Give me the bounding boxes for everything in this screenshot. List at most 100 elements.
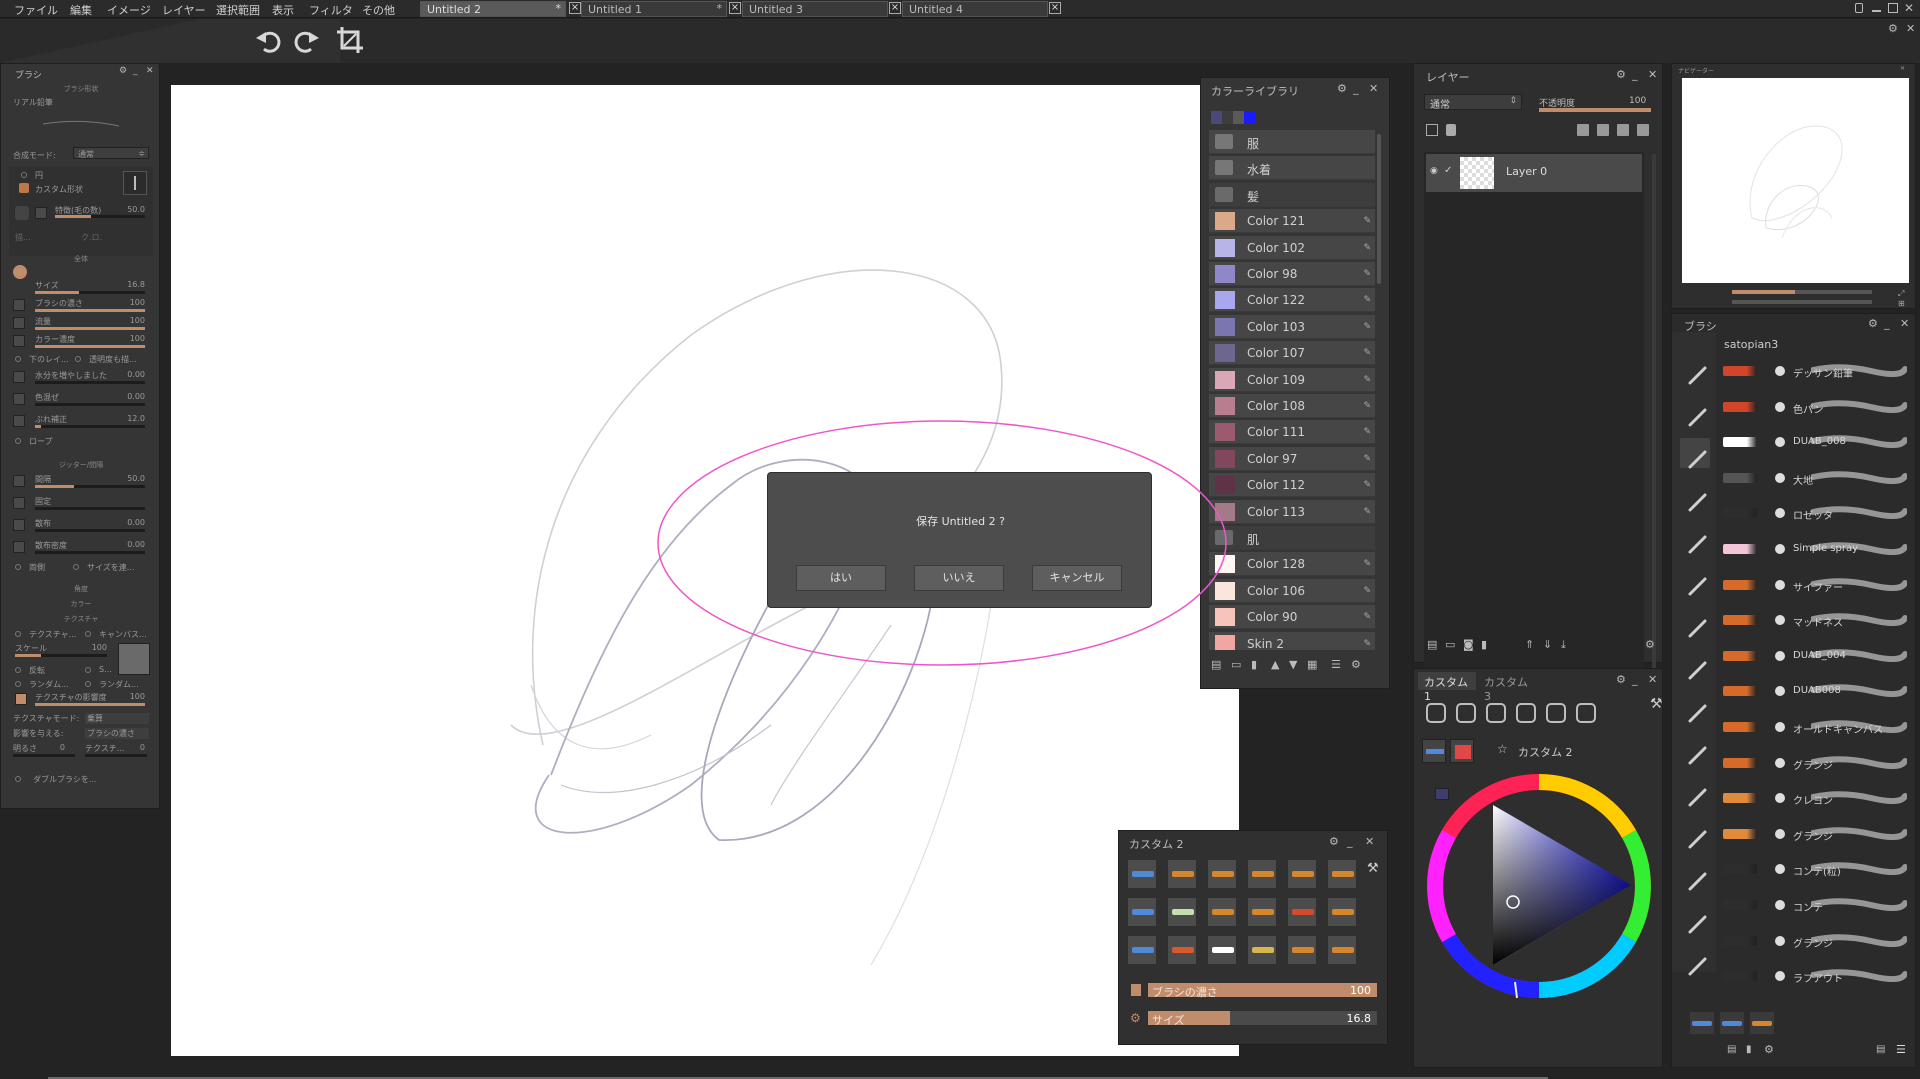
align-icon[interactable] (1577, 124, 1589, 136)
custom-brush-slot[interactable] (1127, 859, 1157, 889)
list-view-icon[interactable]: ☰ (1331, 658, 1341, 671)
brush-item[interactable]: 大地 (1723, 461, 1908, 495)
texture-mode-select[interactable]: 乗算 (85, 713, 149, 724)
menu-file[interactable]: ファイル (14, 2, 58, 18)
close-icon[interactable]: ✕ (146, 66, 154, 76)
list-view-icon[interactable]: ☰ (1896, 1043, 1906, 1056)
close-icon[interactable]: ✕ (1904, 1, 1914, 15)
scrollbar[interactable] (1652, 154, 1656, 694)
feather-icon[interactable] (1687, 533, 1709, 555)
pin-icon[interactable]: ✎ (1363, 269, 1371, 279)
eye-icon[interactable]: ◉ (1430, 166, 1438, 176)
slider-checkbox[interactable] (13, 299, 25, 311)
brush-item[interactable]: コンテ(粒) (1723, 852, 1908, 886)
airbrush-icon[interactable] (1687, 659, 1709, 681)
minimize-icon[interactable]: _ (1632, 673, 1638, 686)
brush-item[interactable]: コンテ (1723, 888, 1908, 922)
minimize-icon[interactable]: _ (1884, 317, 1890, 330)
brush-item[interactable]: サイファー (1723, 568, 1908, 602)
texture2-slider[interactable] (85, 754, 147, 757)
tab-custom-1[interactable]: カスタム 1 (1418, 672, 1476, 703)
library-icon[interactable]: ▦ (1307, 658, 1317, 671)
folder-icon[interactable]: ▭ (1445, 638, 1455, 651)
color-library-row[interactable]: ✎ Color 97 (1209, 446, 1375, 471)
custom-brush-slot[interactable] (1207, 859, 1237, 889)
gear-icon[interactable]: ⚙ (1616, 68, 1626, 81)
slider-track[interactable] (35, 551, 145, 554)
new-layer-icon[interactable]: ▤ (1427, 638, 1437, 651)
tab-close-icon[interactable]: × (569, 2, 581, 14)
transparency-lock-icon[interactable] (1426, 124, 1438, 136)
blender-icon[interactable] (1687, 913, 1709, 935)
pin-icon[interactable]: ✎ (1363, 480, 1371, 490)
tab-custom-3[interactable]: カスタム 3 (1478, 672, 1536, 703)
star-icon[interactable]: ☆ (1497, 742, 1508, 756)
canvas-radio[interactable] (85, 631, 91, 637)
option-radio[interactable] (15, 564, 21, 570)
layer-blend-mode-select[interactable]: 通常 ⇕ (1424, 94, 1522, 111)
fit-icon[interactable]: ⤢ (1898, 289, 1904, 299)
color-swatch[interactable] (1233, 111, 1244, 124)
color-library-row[interactable]: ✎ Color 122 (1209, 288, 1375, 313)
brush-icon[interactable] (1687, 364, 1709, 386)
minimize-icon[interactable]: _ (1353, 82, 1359, 95)
align-icon[interactable] (1597, 124, 1609, 136)
pin-icon[interactable]: ✎ (1363, 322, 1371, 332)
section-color[interactable]: カラー (1, 599, 161, 609)
brush-tip-preview[interactable] (123, 171, 147, 195)
color-swatch[interactable] (1211, 111, 1222, 124)
brush-item[interactable]: グランジ (1723, 746, 1908, 780)
pin-icon[interactable]: ✎ (1363, 639, 1371, 649)
slider-track[interactable] (35, 403, 145, 406)
brush-item[interactable]: DUAB008 (1723, 674, 1908, 708)
brush-item[interactable]: 色パン (1723, 390, 1908, 424)
menu-filter[interactable]: フィルタ (309, 2, 353, 18)
grid-view-icon[interactable]: ▤ (1876, 1044, 1885, 1055)
color-library-row[interactable]: ✎ Color 108 (1209, 394, 1375, 418)
custom-brush-slot[interactable] (1167, 935, 1197, 965)
minimize-icon[interactable] (1872, 10, 1881, 12)
grid-icon[interactable] (1483, 700, 1509, 726)
gear-icon[interactable]: ⚙ (119, 66, 127, 76)
trash-icon[interactable]: ▮ (1746, 1044, 1752, 1055)
custom-brush-slot[interactable] (1247, 935, 1277, 965)
gear-icon[interactable]: ⚙ (1764, 1043, 1774, 1056)
slider-checkbox[interactable] (13, 393, 25, 405)
color-library-row[interactable]: ✎ Skin 2 (1209, 631, 1375, 650)
color-swatch[interactable] (1222, 111, 1233, 124)
close-icon[interactable]: ✕ (1369, 82, 1378, 95)
custom-brush-slot[interactable] (1167, 897, 1197, 927)
slider-checkbox[interactable] (13, 371, 25, 383)
navigator-preview[interactable] (1682, 78, 1909, 283)
slider-track[interactable] (35, 529, 145, 532)
arrow-down-icon[interactable]: ⇓ (1543, 638, 1552, 651)
marker-icon[interactable] (1687, 617, 1709, 639)
menu-layer[interactable]: レイヤー (162, 2, 206, 18)
close-icon[interactable]: ✕ (1906, 22, 1915, 35)
paint-brush-icon[interactable] (1687, 448, 1709, 470)
brush-set-tab[interactable] (1720, 1012, 1744, 1034)
brush-density-slider[interactable]: ブラシの濃さ 100 (1147, 982, 1378, 999)
minimize-icon[interactable]: _ (1632, 68, 1638, 81)
option-radio[interactable] (15, 356, 21, 362)
settings-wrench-icon[interactable]: ⚒ (1367, 861, 1379, 876)
close-icon[interactable]: ✕ (1365, 835, 1374, 848)
custom-brush-slot[interactable] (1127, 935, 1157, 965)
slider-checkbox[interactable] (13, 475, 25, 487)
color-library-row[interactable]: 肌 (1209, 526, 1375, 550)
custom-brush-slot[interactable] (1127, 897, 1157, 927)
opacity-slider[interactable] (1539, 108, 1651, 112)
pin-icon[interactable]: ✎ (1363, 612, 1371, 622)
gear-icon[interactable]: ⚙ (1616, 673, 1626, 686)
brush-item[interactable]: ロゼッタ (1723, 496, 1908, 530)
smudge-icon[interactable] (1687, 870, 1709, 892)
slider-track[interactable] (35, 309, 145, 312)
affect-select[interactable]: ブラシの濃さ (85, 728, 149, 739)
arrow-up-icon[interactable]: ▲ (1271, 658, 1279, 671)
color-library-row[interactable]: ✎ Color 121 (1209, 209, 1375, 234)
tab-untitled-1[interactable]: Untitled 1 * (581, 1, 727, 17)
check-icon[interactable]: ✓ (1444, 165, 1452, 176)
pin-icon[interactable]: ✎ (1363, 401, 1371, 411)
custom-brush-slot[interactable] (1327, 859, 1357, 889)
color-library-row[interactable]: ✎ Color 107 (1209, 341, 1375, 366)
